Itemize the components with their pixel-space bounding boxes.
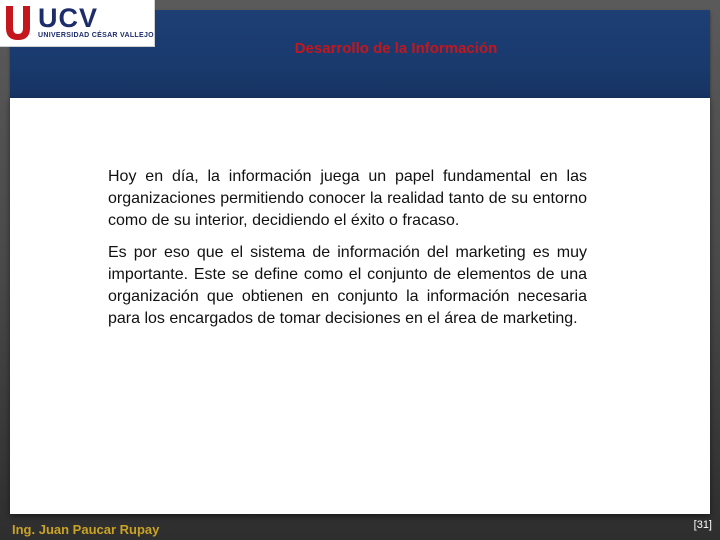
paragraph: Es por eso que el sistema de información… — [108, 244, 587, 327]
ucv-logo: UCV UNIVERSIDAD CÉSAR VALLEJO — [0, 0, 155, 47]
footer-author: Ing. Juan Paucar Rupay — [12, 522, 160, 537]
page-number: [31] — [693, 519, 712, 531]
logo-name: UCV — [38, 3, 99, 33]
ucv-shield-icon — [6, 6, 30, 40]
slide-body: Hoy en día, la información juega un pape… — [108, 166, 587, 340]
logo-subtitle: UNIVERSIDAD CÉSAR VALLEJO — [38, 32, 154, 39]
paragraph: Hoy en día, la información juega un pape… — [108, 168, 587, 229]
slide-title: Desarrollo de la Información — [294, 40, 498, 57]
